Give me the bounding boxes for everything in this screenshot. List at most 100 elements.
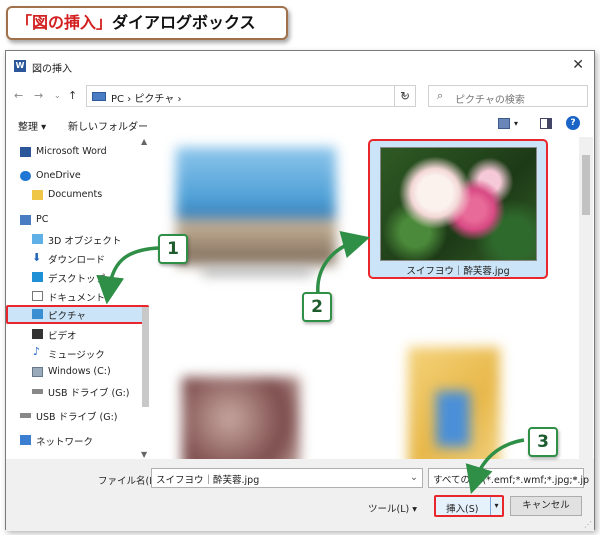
sidebar-item-label: OneDrive: [36, 170, 81, 181]
back-arrow-icon[interactable]: ←: [14, 89, 23, 102]
sidebar-item-videos[interactable]: ビデオ: [6, 325, 149, 344]
dialog-footer: ファイル名(N): スイフヨウ｜酔芙蓉.jpg ⌄ すべての図 (*.emf;*…: [6, 459, 594, 531]
pictures-icon: [32, 309, 43, 319]
filetype-select[interactable]: すべての図 (*.emf;*.wmf;*.jpg;*.jp ⌄: [428, 468, 589, 488]
navigation-pane: Microsoft Word OneDrive Documents PC 3D …: [6, 137, 151, 459]
forward-arrow-icon[interactable]: →: [34, 89, 43, 102]
chevron-down-icon[interactable]: ⌄: [410, 472, 418, 483]
breadcrumb[interactable]: PC › ピクチャ ›: [111, 90, 181, 105]
refresh-icon[interactable]: ↻: [394, 85, 416, 107]
flower-photo-thumbnail[interactable]: [380, 147, 537, 261]
sidebar-item-desktop[interactable]: デスクトップ: [6, 268, 149, 287]
usb-drive-icon: [32, 389, 43, 394]
insert-button[interactable]: 挿入(S) ▾: [434, 495, 504, 517]
search-placeholder: ピクチャの検索: [455, 95, 525, 106]
scroll-up-icon[interactable]: ▲: [141, 137, 147, 146]
banner-title-red: 「図の挿入」: [16, 13, 113, 32]
music-note-icon: ♪: [33, 345, 41, 358]
view-options-icon[interactable]: [498, 118, 510, 129]
sidebar-item-label: USB ドライブ (G:): [36, 412, 118, 423]
resize-grip-icon[interactable]: ⋰: [584, 520, 592, 529]
pc-icon: [92, 92, 106, 101]
scroll-down-icon[interactable]: ▼: [141, 450, 147, 459]
sidebar-item-pictures[interactable]: ピクチャ: [6, 305, 149, 324]
selected-image-card[interactable]: スイフヨウ｜酔芙蓉.jpg: [368, 139, 548, 279]
folder-icon: [32, 190, 43, 200]
sidebar-item-label: Windows (C:): [48, 366, 111, 377]
network-icon: [20, 435, 31, 445]
view-dropdown-icon[interactable]: ▾: [514, 119, 518, 128]
blurred-folder-image: [436, 391, 470, 447]
search-icon: ⌕: [437, 89, 444, 102]
sidebar-item-label: 3D オブジェクト: [48, 236, 122, 247]
usb-drive-icon: [20, 413, 31, 418]
sidebar-item-music[interactable]: ♪ ミュージック: [6, 344, 149, 363]
callout-badge-3: 3: [528, 427, 558, 457]
up-arrow-icon[interactable]: ↑: [68, 89, 77, 102]
file-list: スイフヨウ｜酔芙蓉.jpg: [154, 137, 579, 497]
sidebar-item-downloads[interactable]: ⬇ ダウンロード: [6, 249, 149, 268]
sidebar-item-label: Microsoft Word: [36, 146, 107, 157]
filetype-value: すべての図 (*.emf;*.wmf;*.jpg;*.jp: [433, 475, 590, 486]
sidebar-item-windows-c[interactable]: Windows (C:): [6, 363, 149, 382]
address-row: ← → ⌄ ↑ PC › ピクチャ › ⌄ ↻ ⌕ ピクチャの検索: [6, 81, 594, 111]
sidebar-item-label: USB ドライブ (G:): [48, 388, 130, 399]
sidebar-item-usb-g[interactable]: USB ドライブ (G:): [6, 382, 149, 401]
sidebar-item-documents[interactable]: Documents: [6, 186, 149, 205]
sidebar-item-microsoft-word[interactable]: Microsoft Word: [6, 143, 149, 162]
sidebar-item-label: ダウンロード: [48, 255, 106, 266]
cancel-button[interactable]: キャンセル: [510, 496, 582, 516]
drive-icon: [32, 367, 43, 377]
sidebar-item-label: デスクトップ: [48, 274, 106, 285]
desktop-icon: [32, 272, 43, 282]
sidebar-item-label: ビデオ: [48, 331, 77, 342]
help-icon[interactable]: ?: [566, 116, 580, 130]
selected-image-caption: スイフヨウ｜酔芙蓉.jpg: [406, 266, 510, 277]
banner-title-black: ダイアログボックス: [112, 13, 256, 32]
filename-field[interactable]: スイフヨウ｜酔芙蓉.jpg ⌄: [151, 468, 423, 488]
blurred-caption: [202, 269, 312, 275]
chevron-down-icon[interactable]: ⌄: [571, 472, 579, 483]
cloud-icon: [20, 171, 31, 181]
word-app-icon: W: [14, 60, 26, 72]
title-bar: W 図の挿入 ✕: [6, 51, 594, 81]
document-icon: [32, 291, 43, 301]
sidebar-item-label: ミュージック: [48, 350, 105, 361]
scroll-thumb[interactable]: [142, 307, 149, 407]
video-icon: [32, 329, 43, 339]
preview-pane-icon[interactable]: [540, 118, 552, 129]
sidebar-item-label: PC: [36, 214, 49, 225]
pc-icon: [20, 215, 31, 225]
insert-button-label: 挿入(S): [446, 504, 479, 515]
sidebar-item-documents-jp[interactable]: ドキュメント: [6, 287, 149, 306]
sidebar-item-3d-objects[interactable]: 3D オブジェクト: [6, 230, 149, 249]
new-folder-button[interactable]: 新しいフォルダー: [68, 118, 148, 133]
sidebar-item-label: ネットワーク: [36, 437, 94, 448]
insert-picture-dialog: W 図の挿入 ✕ ← → ⌄ ↑ PC › ピクチャ › ⌄ ↻ ⌕ ピクチャの…: [5, 50, 595, 531]
download-icon: ⬇: [32, 251, 42, 264]
search-input[interactable]: ⌕ ピクチャの検索: [428, 85, 588, 107]
sidebar-scrollbar[interactable]: ▲ ▼: [140, 137, 151, 459]
callout-badge-1: 1: [158, 234, 188, 264]
callout-badge-2: 2: [302, 292, 332, 322]
tools-menu-button[interactable]: ツール(L) ▾: [368, 501, 417, 515]
sidebar-item-pc[interactable]: PC: [6, 211, 149, 230]
recent-chevron-icon[interactable]: ⌄: [54, 91, 61, 100]
close-icon[interactable]: ✕: [572, 57, 584, 73]
sidebar-item-network[interactable]: ネットワーク: [6, 431, 149, 450]
address-bar[interactable]: PC › ピクチャ › ⌄: [86, 85, 416, 107]
cube-icon: [32, 234, 43, 244]
title-banner: 「図の挿入」ダイアログボックス: [6, 6, 288, 40]
filename-value: スイフヨウ｜酔芙蓉.jpg: [156, 475, 260, 486]
organize-button[interactable]: 整理 ▾: [18, 118, 46, 133]
blurred-photo-thumbnail[interactable]: [176, 147, 336, 265]
content-scrollbar[interactable]: [579, 137, 593, 459]
toolbar: 整理 ▾ 新しいフォルダー ▾ ?: [6, 113, 594, 137]
insert-dropdown-icon[interactable]: ▾: [490, 497, 502, 515]
sidebar-item-label: Documents: [48, 189, 103, 200]
word-icon: [20, 147, 31, 157]
sidebar-item-usb-g-root[interactable]: USB ドライブ (G:): [6, 406, 149, 425]
sidebar-item-label: ピクチャ: [48, 311, 86, 322]
scroll-thumb[interactable]: [582, 155, 590, 215]
sidebar-item-onedrive[interactable]: OneDrive: [6, 167, 149, 186]
